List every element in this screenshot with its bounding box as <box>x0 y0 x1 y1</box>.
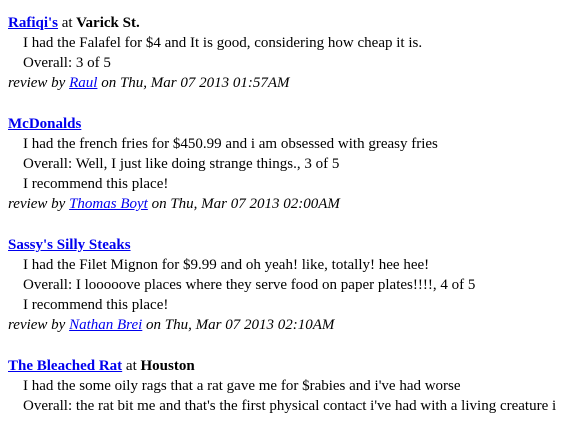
byline-prefix: review by <box>8 196 66 212</box>
restaurant-link[interactable]: McDonalds <box>8 116 81 132</box>
review-body: I had the french fries for $450.99 and i… <box>23 136 438 152</box>
review-recommend: I recommend this place! <box>23 297 169 313</box>
review-overall: Overall: the rat bit me and that's the f… <box>23 398 557 414</box>
review-date: on Thu, Mar 07 2013 01:57AM <box>101 75 290 91</box>
review-title: Sassy's Silly Steaks <box>8 235 577 255</box>
review-item: Rafiqi's at Varick St. I had the Falafel… <box>8 13 577 93</box>
review-item: The Bleached Rat at Houston I had the so… <box>8 356 577 416</box>
review-title: The Bleached Rat at Houston <box>8 356 577 376</box>
reviewer-link[interactable]: Nathan Brei <box>69 317 142 333</box>
review-recommend: I recommend this place! <box>23 176 169 192</box>
review-overall: Overall: 3 of 5 <box>23 55 111 71</box>
at-word: at <box>61 15 73 31</box>
restaurant-link[interactable]: The Bleached Rat <box>8 358 122 374</box>
review-byline: review by Thomas Boyt on Thu, Mar 07 201… <box>8 194 577 214</box>
reviewer-link[interactable]: Thomas Boyt <box>69 196 148 212</box>
restaurant-link[interactable]: Sassy's Silly Steaks <box>8 237 131 253</box>
review-item: McDonalds I had the french fries for $45… <box>8 114 577 214</box>
review-byline: review by Nathan Brei on Thu, Mar 07 201… <box>8 315 577 335</box>
reviews-list: Rafiqi's at Varick St. I had the Falafel… <box>8 13 577 437</box>
review-body: I had the Filet Mignon for $9.99 and oh … <box>23 257 430 273</box>
reviewer-link[interactable]: Raul <box>69 75 97 91</box>
review-overall: Overall: I looooove places where they se… <box>23 277 476 293</box>
byline-prefix: review by <box>8 317 66 333</box>
review-body: I had the some oily rags that a rat gave… <box>23 378 461 394</box>
location: Varick St. <box>76 15 140 31</box>
location: Houston <box>140 358 195 374</box>
at-word: at <box>125 358 137 374</box>
review-byline: review by Raul on Thu, Mar 07 2013 01:57… <box>8 73 577 93</box>
review-date: on Thu, Mar 07 2013 02:10AM <box>146 317 335 333</box>
review-title: McDonalds <box>8 114 577 134</box>
byline-prefix: review by <box>8 75 66 91</box>
restaurant-link[interactable]: Rafiqi's <box>8 15 58 31</box>
review-item: Sassy's Silly Steaks I had the Filet Mig… <box>8 235 577 335</box>
review-overall: Overall: Well, I just like doing strange… <box>23 156 340 172</box>
review-date: on Thu, Mar 07 2013 02:00AM <box>151 196 340 212</box>
review-body: I had the Falafel for $4 and It is good,… <box>23 35 423 51</box>
review-title: Rafiqi's at Varick St. <box>8 13 577 33</box>
